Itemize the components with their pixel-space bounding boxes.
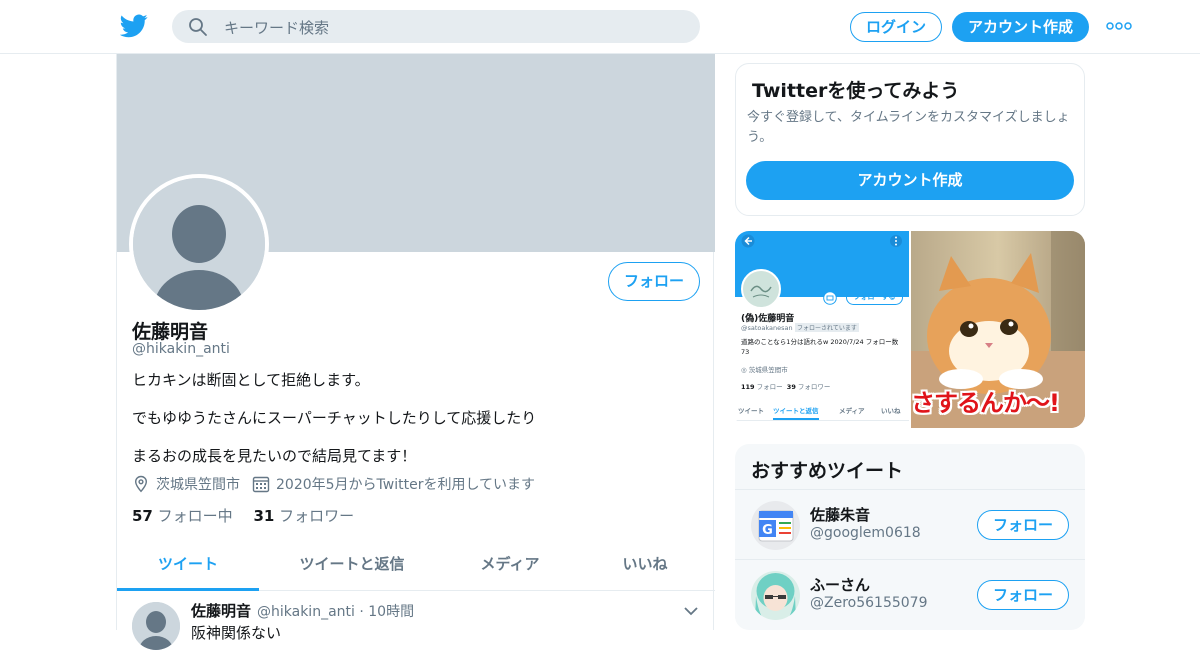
screenshot-followers-label: フォロワー <box>797 383 831 391</box>
bio-line-1: ヒカキンは断固として拒絶します。 <box>132 371 370 389</box>
screenshot-following-count: 119 <box>741 383 755 391</box>
search-input[interactable]: キーワード検索 <box>224 17 329 38</box>
profile-meta: 茨城県笠間市 2020年5月からTwitterを利用しています <box>132 474 535 494</box>
followers-label: フォロワー <box>279 507 355 525</box>
screenshot-following-label: フォロー <box>756 383 783 391</box>
top-bar: キーワード検索 ログイン アカウント作成 <box>0 0 1200 54</box>
bio-line-2: でもゆゆうたさんにスーパーチャットしたりして応援したり <box>132 409 537 427</box>
tweet-item[interactable]: 佐藤明音 @hikakin_anti · 10時間 阪神関係ない <box>117 592 715 650</box>
recommended-avatar[interactable] <box>751 571 800 620</box>
back-arrow-icon <box>741 234 755 248</box>
profile-counts: 57 フォロー中 31 フォロワー <box>132 505 354 526</box>
media-thumb-profile-screenshot[interactable]: フォローする (偽)佐藤明音 @satoakanesan フォローされています … <box>735 231 909 428</box>
profile-name: 佐藤明音 <box>132 321 209 343</box>
followers-link[interactable]: 31 フォロワー <box>253 507 354 525</box>
default-avatar-icon <box>132 602 180 650</box>
profile-joined: 2020年5月からTwitterを利用しています <box>276 477 536 493</box>
followers-count: 31 <box>253 507 275 525</box>
login-button[interactable]: ログイン <box>850 12 942 42</box>
profile-handle[interactable]: @hikakin_anti <box>132 341 230 357</box>
tweet-time[interactable]: 10時間 <box>368 604 414 620</box>
chevron-down-icon[interactable] <box>684 606 698 616</box>
signup-button[interactable]: アカウント作成 <box>952 12 1089 42</box>
recommended-follow-button[interactable]: フォロー <box>977 510 1069 540</box>
tab-tweets-replies[interactable]: ツイートと返信 <box>259 544 445 591</box>
signup-card-button[interactable]: アカウント作成 <box>746 161 1074 200</box>
screenshot-followers-count: 39 <box>786 383 796 391</box>
recommended-title: おすすめツイート <box>751 460 904 482</box>
tab-tweets[interactable]: ツイート <box>117 544 259 591</box>
screenshot-tab-replies: ツイートと返信 <box>773 405 819 420</box>
tweet-meta: @hikakin_anti · 10時間 <box>257 604 415 620</box>
tab-media[interactable]: メディア <box>445 544 575 591</box>
profile-location: 茨城県笠間市 <box>156 477 240 493</box>
screenshot-name: (偽)佐藤明音 <box>741 314 795 324</box>
screenshot-avatar <box>741 269 781 309</box>
screenshot-tabs: ツイート ツイートと返信 メディア いいね <box>735 401 909 421</box>
tweet-avatar[interactable] <box>132 602 180 650</box>
profile-avatar[interactable] <box>129 174 269 314</box>
signup-card-title: Twitterを使ってみよう <box>752 80 960 102</box>
more-vertical-icon <box>890 235 902 247</box>
tweet-author-handle[interactable]: @hikakin_anti <box>257 604 355 620</box>
media-preview[interactable]: フォローする (偽)佐藤明音 @satoakanesan フォローされています … <box>735 231 1085 428</box>
google-news-avatar: G <box>751 501 800 550</box>
following-link[interactable]: 57 フォロー中 <box>132 507 233 525</box>
recommended-handle[interactable]: @googlem0618 <box>810 525 921 541</box>
recommended-handle[interactable]: @Zero56155079 <box>810 595 927 611</box>
location-icon <box>134 475 148 493</box>
bio-line-3: まるおの成長を見たいので結局見てます！ <box>132 447 417 465</box>
following-count: 57 <box>132 507 153 525</box>
default-avatar-icon <box>133 178 265 310</box>
search-icon <box>189 18 207 36</box>
screenshot-location: ◎ 茨城県笠間市 <box>741 366 788 374</box>
screenshot-location-text: 茨城県笠間市 <box>748 366 788 374</box>
recommended-follow-button[interactable]: フォロー <box>977 580 1069 610</box>
calendar-icon <box>252 476 270 493</box>
tab-likes[interactable]: いいね <box>575 544 715 591</box>
screenshot-follow-button: フォローする <box>846 290 903 305</box>
screenshot-tab-tweets: ツイート <box>738 407 764 415</box>
recommended-tweets: おすすめツイート G 佐藤朱音 @googlem0618 フォロー ふーさん @… <box>735 444 1085 630</box>
more-options-icon[interactable] <box>1106 18 1132 34</box>
follow-button[interactable]: フォロー <box>608 262 700 301</box>
svg-text:G: G <box>762 523 773 538</box>
screenshot-follows-you-badge: フォローされています <box>795 323 859 332</box>
screenshot-tab-media: メディア <box>839 407 865 415</box>
recommended-name[interactable]: ふーさん <box>810 574 870 595</box>
tweet-author-name[interactable]: 佐藤明音 <box>191 600 251 621</box>
profile-tabs: ツイート ツイートと返信 メディア いいね <box>117 544 715 591</box>
recommended-item[interactable]: ふーさん @Zero56155079 フォロー <box>735 559 1085 629</box>
twitter-logo-icon[interactable] <box>120 14 148 38</box>
profile-column: フォロー 佐藤明音 @hikakin_anti ヒカキンは断固として拒絶します。… <box>116 54 715 650</box>
screenshot-bio: 道路のことなら1分は語れるw 2020/7/24 フォロー数73 <box>741 338 899 356</box>
recommended-item[interactable]: G 佐藤朱音 @googlem0618 フォロー <box>735 489 1085 559</box>
mail-icon <box>823 291 837 305</box>
tweet-text: 阪神関係ない <box>191 624 282 642</box>
following-label: フォロー中 <box>157 507 233 525</box>
recommended-name[interactable]: 佐藤朱音 <box>810 504 870 525</box>
media-thumb-cat[interactable]: さするんか〜! <box>911 231 1085 428</box>
screenshot-counts: 119 フォロー 39 フォロワー <box>741 381 830 391</box>
search-bar[interactable]: キーワード検索 <box>172 10 700 43</box>
screenshot-tab-likes: いいね <box>881 407 901 415</box>
screenshot-handle: @satoakanesan <box>741 324 793 332</box>
signup-card: Twitterを使ってみよう 今すぐ登録して、タイムラインをカスタマイズしましょ… <box>735 63 1085 216</box>
cat-caption: さするんか〜! <box>911 389 1060 417</box>
recommended-avatar[interactable]: G <box>751 501 800 550</box>
anime-avatar <box>751 571 800 620</box>
signup-card-desc: 今すぐ登録して、タイムラインをカスタマイズしましょう。 <box>747 110 1070 145</box>
